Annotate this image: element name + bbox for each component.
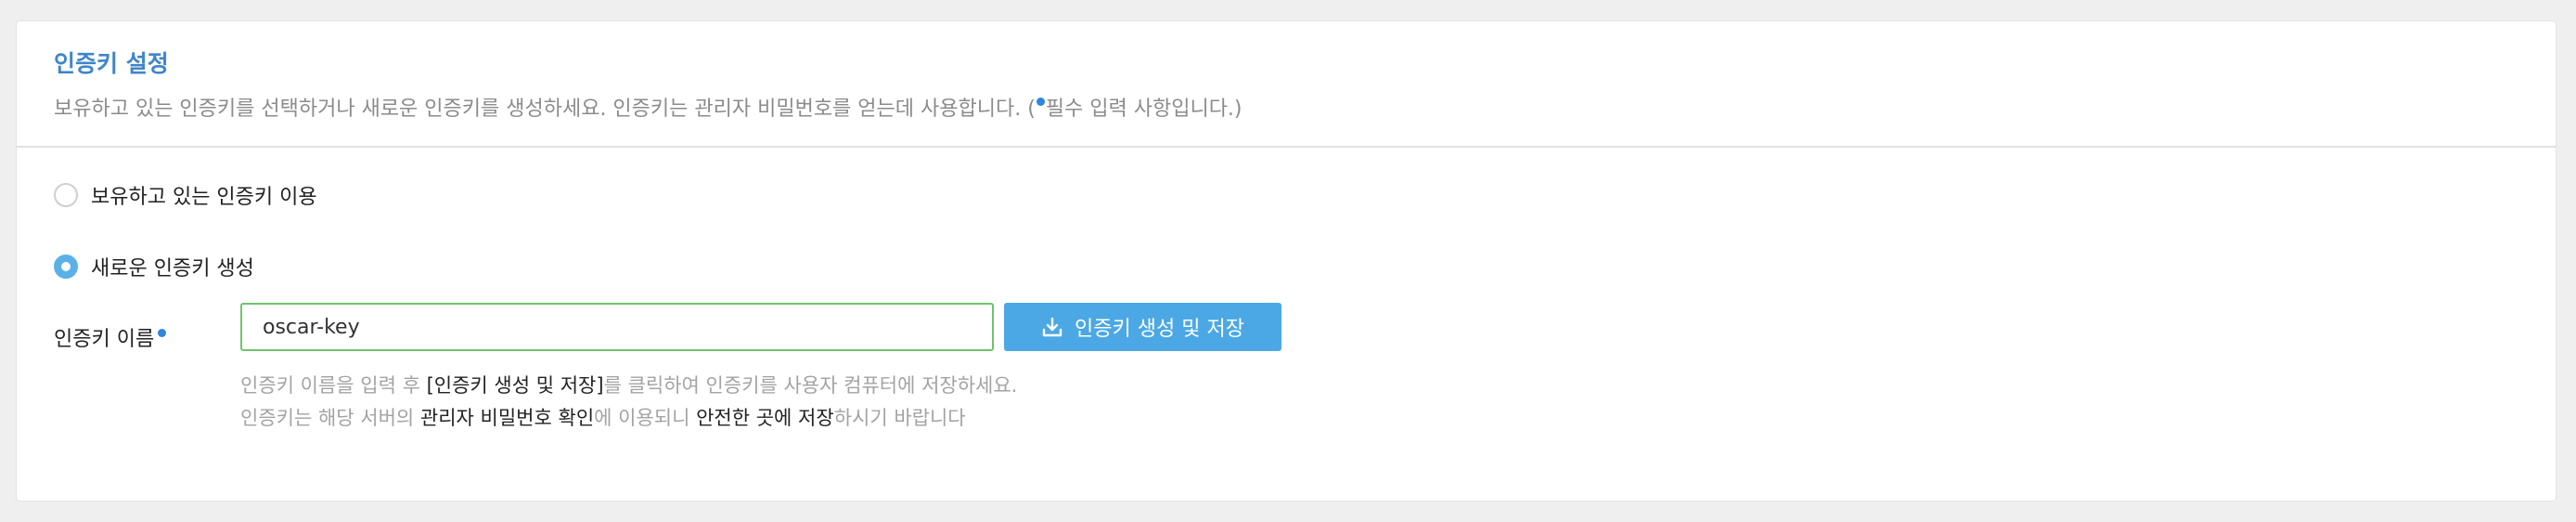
- help-text-line-1: 인증키 이름을 입력 후 [인증키 생성 및 저장]를 클릭하여 인증키를 사용…: [240, 371, 1017, 398]
- option-existing-key[interactable]: 보유하고 있는 인증키 이용: [54, 180, 317, 210]
- help-text: 를 클릭하여 인증키를 사용자 컴퓨터에 저장하세요.: [603, 374, 1018, 397]
- required-dot-icon: [158, 329, 167, 337]
- help-text: 에 이용되니: [594, 407, 697, 429]
- required-dot-icon: [1036, 98, 1045, 106]
- description-required-note: 필수 입력 사항입니다.): [1045, 98, 1243, 121]
- download-icon: [1041, 316, 1063, 338]
- generate-and-save-button[interactable]: 인증키 생성 및 저장: [1004, 303, 1282, 351]
- option-new-key-label: 새로운 인증키 생성: [91, 257, 254, 281]
- help-text: 인증키는 해당 서버의: [240, 407, 420, 429]
- key-name-label: 인증키 이름: [54, 322, 167, 352]
- help-text-emphasis: [인증키 생성 및 저장]: [426, 374, 604, 397]
- description-text: 보유하고 있는 인증키를 선택하거나 새로운 인증키를 생성하세요. 인증키는 …: [54, 98, 1036, 121]
- panel-description: 보유하고 있는 인증키를 선택하거나 새로운 인증키를 생성하세요. 인증키는 …: [54, 92, 1243, 122]
- page-title: 인증키 설정: [54, 50, 169, 77]
- help-text-emphasis: 안전한 곳에 저장: [696, 407, 834, 429]
- radio-new-key[interactable]: [54, 254, 78, 279]
- option-existing-key-label: 보유하고 있는 인증키 이용: [91, 186, 317, 209]
- help-text-emphasis: 관리자 비밀번호 확인: [419, 407, 595, 429]
- help-text: 하시기 바랍니다: [833, 407, 966, 429]
- help-text-line-2: 인증키는 해당 서버의 관리자 비밀번호 확인에 이용되니 안전한 곳에 저장하…: [240, 403, 966, 431]
- auth-key-settings-panel: 인증키 설정 보유하고 있는 인증키를 선택하거나 새로운 인증키를 생성하세요…: [16, 20, 2557, 502]
- panel-header: 인증키 설정 보유하고 있는 인증키를 선택하거나 새로운 인증키를 생성하세요…: [17, 21, 2556, 148]
- generate-and-save-button-label: 인증키 생성 및 저장: [1075, 318, 1244, 341]
- option-new-key[interactable]: 새로운 인증키 생성: [54, 252, 254, 281]
- key-name-label-text: 인증키 이름: [54, 328, 155, 351]
- help-text: 인증키 이름을 입력 후: [240, 374, 427, 397]
- radio-existing-key[interactable]: [54, 183, 78, 207]
- key-name-input[interactable]: [240, 303, 994, 351]
